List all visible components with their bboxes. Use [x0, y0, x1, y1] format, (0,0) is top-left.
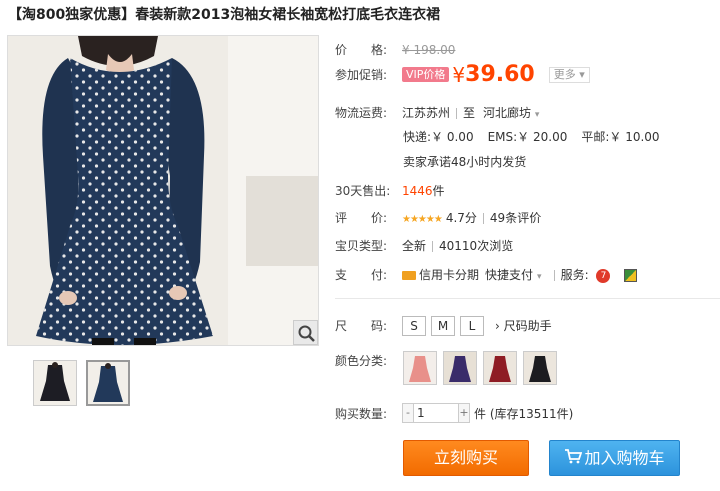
- stock-info: 件 (库存13511件): [474, 406, 574, 421]
- divider: [432, 241, 434, 252]
- guarantee-icon[interactable]: [624, 269, 638, 282]
- vip-price-badge: VIP价格: [402, 67, 450, 82]
- more-promos-dropdown[interactable]: 更多 ▾: [548, 66, 590, 83]
- price-row: 价 格: ¥ 198.00: [335, 41, 455, 58]
- currency-symbol: ¥: [452, 62, 466, 87]
- section-divider: [335, 298, 720, 299]
- ship-from: 江苏苏州: [402, 106, 451, 120]
- sales-label: 30天售出:: [335, 184, 391, 198]
- color-swatch-pink[interactable]: [403, 351, 437, 385]
- swatch-image: [444, 352, 476, 384]
- thumbnail-1[interactable]: [33, 360, 77, 406]
- thumbnail-image: [34, 361, 76, 405]
- sales-row: 30天售出: 1446件: [335, 182, 445, 199]
- rating-label: 评 价:: [335, 211, 388, 225]
- thumbnail-2-selected[interactable]: [86, 360, 130, 406]
- rating-stars-icon: ★★★★★: [402, 214, 443, 225]
- quantity-input[interactable]: 1: [414, 403, 458, 423]
- size-option-s[interactable]: S: [402, 316, 426, 336]
- size-row: 尺 码: S M L › 尺码助手: [335, 316, 552, 336]
- color-options: [403, 351, 563, 385]
- color-swatch-purple[interactable]: [443, 351, 477, 385]
- color-row: 颜色分类:: [335, 352, 402, 369]
- main-product-image[interactable]: [7, 35, 319, 346]
- swatch-image: [524, 352, 556, 384]
- size-helper-label: 尺码助手: [503, 319, 552, 333]
- ship-to-prefix: 至: [463, 106, 476, 120]
- divider: [456, 108, 458, 119]
- swatch-image: [404, 352, 436, 384]
- credit-installment-label: 信用卡分期: [419, 268, 480, 282]
- product-title: 【淘800独家优惠】春装新款2013泡袖女裙长袖宽松打底毛衣连衣裙: [8, 7, 441, 23]
- review-count-link[interactable]: 49条评价: [490, 211, 541, 225]
- condition-value: 全新: [402, 239, 427, 253]
- size-label: 尺 码:: [335, 319, 388, 333]
- color-swatch-black[interactable]: [523, 351, 557, 385]
- thumbnail-image: [88, 362, 128, 404]
- divider: [482, 213, 484, 224]
- zoom-button[interactable]: [293, 320, 318, 345]
- view-count: 40110次浏览: [439, 239, 514, 253]
- condition-row: 宝贝类型: 全新 40110次浏览: [335, 237, 513, 254]
- ship-to-location-selector[interactable]: 河北廊坊 ▾: [483, 106, 539, 120]
- original-price: ¥ 198.00: [402, 43, 456, 57]
- size-helper-link[interactable]: › 尺码助手: [495, 319, 552, 333]
- shipping-row: 物流运费: 江苏苏州至河北廊坊 ▾: [335, 104, 539, 121]
- more-label: 更多: [553, 67, 576, 81]
- quantity-row: 购买数量: -1 + 件 (库存13511件): [335, 403, 573, 423]
- add-to-cart-button[interactable]: 加入购物车: [549, 440, 680, 476]
- sales-count: 1446: [402, 184, 433, 198]
- express-fee: 快递:￥ 0.00: [403, 130, 474, 144]
- swatch-image: [484, 352, 516, 384]
- quick-pay[interactable]: 快捷支付: [485, 268, 533, 282]
- cart-icon: [564, 442, 583, 476]
- payment-label: 支 付:: [335, 268, 388, 282]
- magnifier-icon: [298, 325, 315, 342]
- shipping-label: 物流运费:: [335, 106, 388, 120]
- credit-card-icon: [402, 271, 416, 280]
- color-label: 颜色分类:: [335, 354, 388, 368]
- condition-label: 宝贝类型:: [335, 239, 388, 253]
- chevron-down-icon: ▾: [534, 110, 540, 120]
- rating-row: 评 价: ★★★★★ 4.7分 49条评价: [335, 209, 541, 226]
- rating-score: 4.7分: [445, 211, 477, 225]
- divider: [553, 270, 555, 281]
- size-option-l[interactable]: L: [460, 316, 484, 336]
- size-option-m[interactable]: M: [431, 316, 455, 336]
- sales-unit: 件: [432, 184, 445, 198]
- promo-row: 参加促销: VIP价格 ¥39.60 更多 ▾: [335, 62, 590, 87]
- quantity-plus-button[interactable]: +: [458, 403, 470, 423]
- add-to-cart-label: 加入购物车: [584, 448, 665, 468]
- ems-fee: EMS:￥ 20.00: [487, 130, 568, 144]
- chevron-down-icon: ▾: [537, 272, 542, 282]
- quantity-stepper: -1 +: [402, 403, 470, 423]
- buy-now-button[interactable]: 立刻购买: [403, 440, 529, 476]
- color-swatch-red[interactable]: [483, 351, 517, 385]
- payment-row: 支 付: 信用卡分期 快捷支付 ▾ 服务: 7: [335, 266, 638, 283]
- ship-to: 河北廊坊: [483, 106, 532, 120]
- post-fee: 平邮:￥ 10.00: [581, 130, 660, 144]
- credit-installment[interactable]: 信用卡分期: [402, 268, 479, 282]
- promo-price: 39.60: [465, 62, 535, 87]
- promo-label: 参加促销:: [335, 68, 388, 82]
- seven-day-return-icon[interactable]: 7: [596, 268, 611, 283]
- price-label: 价 格:: [335, 43, 388, 57]
- quantity-label: 购买数量:: [335, 406, 388, 421]
- chevron-right-icon: ›: [495, 319, 500, 333]
- delivery-promise: 卖家承诺48小时内发货: [403, 155, 527, 169]
- quantity-minus-button[interactable]: -: [402, 403, 414, 423]
- dress-photo: [8, 36, 318, 345]
- service-label: 服务:: [560, 268, 589, 282]
- shipping-fees: 快递:￥ 0.00 EMS:￥ 20.00 平邮:￥ 10.00: [403, 128, 660, 145]
- chevron-down-icon: ▾: [579, 67, 585, 81]
